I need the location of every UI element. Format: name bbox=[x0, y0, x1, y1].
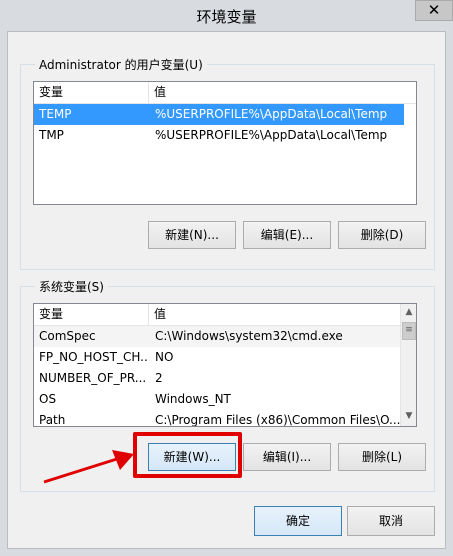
table-row[interactable]: FP_NO_HOST_CH... NO bbox=[34, 347, 400, 368]
column-header-value[interactable]: 值 bbox=[149, 82, 416, 103]
system-variables-list[interactable]: 变量 值 ComSpec C:\Windows\system32\cmd.exe… bbox=[33, 303, 417, 427]
table-row[interactable]: NUMBER_OF_PR... 2 bbox=[34, 368, 400, 389]
variable-name: Path bbox=[39, 413, 66, 427]
variable-value: %USERPROFILE%\AppData\Local\Temp bbox=[155, 128, 388, 142]
variable-name: FP_NO_HOST_CH... bbox=[39, 350, 148, 364]
variable-value: %USERPROFILE%\AppData\Local\Temp bbox=[155, 107, 388, 121]
variable-value: Windows_NT bbox=[155, 392, 231, 406]
table-row[interactable]: ComSpec C:\Windows\system32\cmd.exe bbox=[34, 326, 400, 347]
table-row[interactable]: TEMP %USERPROFILE%\AppData\Local\Temp bbox=[34, 104, 404, 125]
user-variables-list[interactable]: 变量 值 TEMP %USERPROFILE%\AppData\Local\Te… bbox=[33, 81, 417, 205]
variable-name: NUMBER_OF_PR... bbox=[39, 371, 147, 385]
title-bar: 环境变量 ✕ bbox=[0, 0, 453, 30]
variable-name: OS bbox=[39, 392, 57, 406]
close-icon: ✕ bbox=[427, 1, 441, 19]
vertical-scrollbar[interactable]: ▲ ≡ ▼ bbox=[400, 304, 416, 426]
table-row[interactable]: TMP %USERPROFILE%\AppData\Local\Temp bbox=[34, 125, 404, 146]
user-variables-group: Administrator 的用户变量(U) 变量 值 TEMP %USERPR… bbox=[20, 56, 435, 270]
table-row[interactable]: Path C:\Program Files (x86)\Common Files… bbox=[34, 410, 400, 427]
ok-button[interactable]: 确定 bbox=[254, 506, 342, 536]
list-header: 变量 值 bbox=[34, 82, 416, 104]
variable-value: C:\Program Files (x86)\Common Files\O... bbox=[155, 413, 400, 427]
variable-name: ComSpec bbox=[39, 329, 96, 343]
variable-value: NO bbox=[155, 350, 174, 364]
list-header: 变量 值 bbox=[34, 304, 400, 326]
column-header-variable[interactable]: 变量 bbox=[34, 304, 148, 325]
scroll-down-icon[interactable]: ▼ bbox=[401, 408, 416, 425]
environment-variables-dialog: 环境变量 ✕ Administrator 的用户变量(U) 变量 值 TEMP … bbox=[0, 0, 453, 556]
table-row[interactable]: OS Windows_NT bbox=[34, 389, 400, 410]
window-title: 环境变量 bbox=[196, 8, 257, 26]
scroll-up-icon[interactable]: ▲ bbox=[401, 304, 416, 321]
variable-value: 2 bbox=[155, 371, 163, 385]
column-header-variable[interactable]: 变量 bbox=[34, 82, 148, 103]
user-delete-button[interactable]: 删除(D) bbox=[338, 221, 426, 249]
variable-name: TEMP bbox=[39, 107, 72, 121]
variable-name: TMP bbox=[39, 128, 64, 142]
column-header-value[interactable]: 值 bbox=[149, 304, 399, 325]
scroll-thumb[interactable]: ≡ bbox=[402, 322, 416, 340]
highlight-box bbox=[133, 432, 242, 478]
annotation-arrow-icon bbox=[43, 450, 134, 484]
user-edit-button[interactable]: 编辑(E)... bbox=[243, 221, 331, 249]
system-variables-label: 系统变量(S) bbox=[35, 278, 108, 295]
variable-value: C:\Windows\system32\cmd.exe bbox=[155, 329, 343, 343]
user-new-button[interactable]: 新建(N)... bbox=[148, 221, 236, 249]
user-variables-label: Administrator 的用户变量(U) bbox=[35, 56, 207, 73]
cancel-button[interactable]: 取消 bbox=[347, 506, 435, 536]
system-delete-button[interactable]: 删除(L) bbox=[338, 443, 426, 471]
close-button[interactable]: ✕ bbox=[415, 0, 453, 21]
system-edit-button[interactable]: 编辑(I)... bbox=[243, 443, 331, 471]
